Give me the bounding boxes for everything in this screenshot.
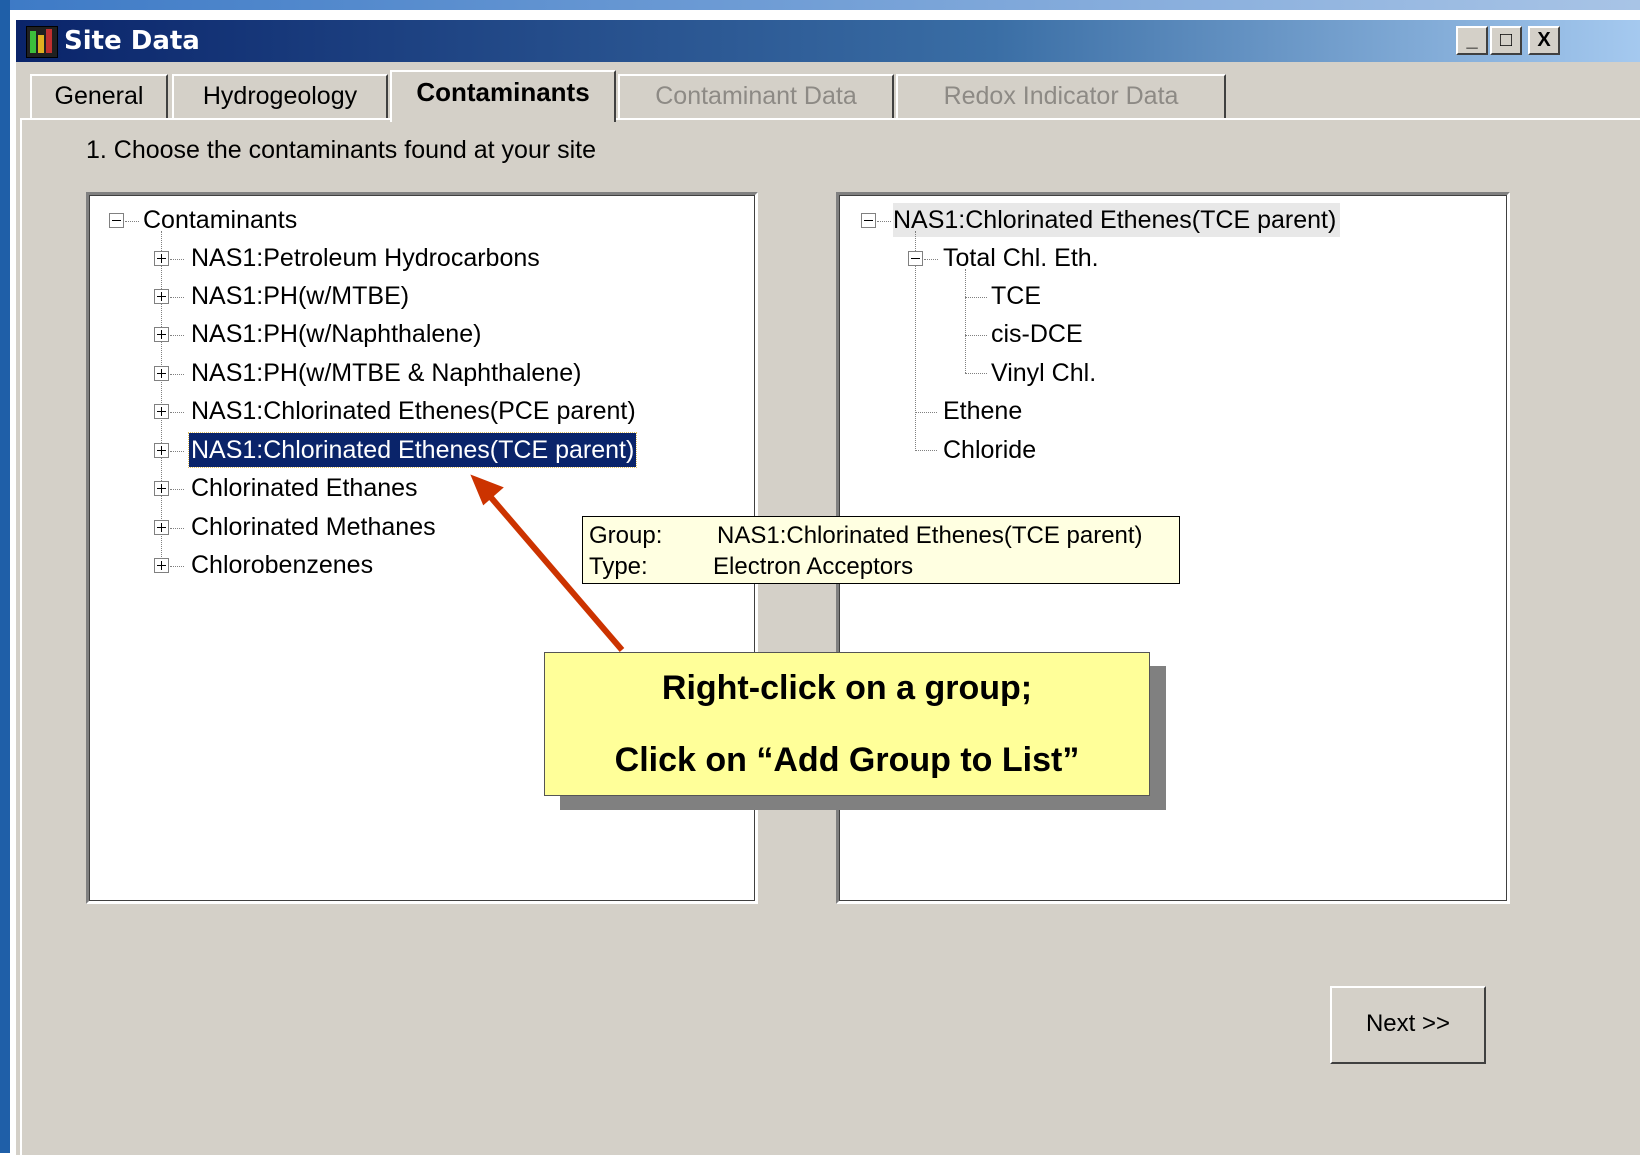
- instruction-callout: Right-click on a group; Click on “Add Gr…: [544, 652, 1150, 796]
- instruction-text: 1. Choose the contaminants found at your…: [86, 136, 597, 164]
- expand-icon[interactable]: [154, 289, 169, 304]
- title-bar[interactable]: Site Data _ □ X: [16, 20, 1640, 62]
- app-icon: [26, 26, 58, 58]
- window-title: Site Data: [64, 26, 200, 56]
- group-tooltip: Group: NAS1:Chlorinated Ethenes(TCE pare…: [582, 516, 1180, 584]
- tree-item-total-chl-eth[interactable]: Total Chl. Eth.: [943, 241, 1099, 275]
- expand-icon[interactable]: [154, 481, 169, 496]
- tree-item-chloride[interactable]: Chloride: [943, 433, 1036, 467]
- slide-left-accent: [0, 0, 10, 1153]
- tab-general[interactable]: General: [30, 74, 168, 118]
- collapse-icon[interactable]: [109, 213, 124, 228]
- tree-item-tce[interactable]: TCE: [991, 279, 1041, 313]
- tree-item-ph-mtbe[interactable]: NAS1:PH(w/MTBE): [191, 279, 409, 313]
- minimize-button[interactable]: _: [1456, 26, 1488, 55]
- tree-item-ph-naphthalene[interactable]: NAS1:PH(w/Naphthalene): [191, 317, 481, 351]
- next-button[interactable]: Next >>: [1330, 986, 1486, 1064]
- maximize-button[interactable]: □: [1490, 26, 1522, 55]
- expand-icon[interactable]: [154, 520, 169, 535]
- tab-strip: General Hydrogeology Contaminants Contam…: [16, 70, 1640, 122]
- tab-redox-indicator-data: Redox Indicator Data: [896, 74, 1226, 118]
- callout-line-2: Click on “Add Group to List”: [614, 741, 1080, 779]
- tooltip-group-value: NAS1:Chlorinated Ethenes(TCE parent): [717, 522, 1143, 549]
- tooltip-type-value: Electron Acceptors: [713, 553, 914, 580]
- tree-item-chlorinated-methanes[interactable]: Chlorinated Methanes: [191, 510, 436, 544]
- expand-icon[interactable]: [154, 251, 169, 266]
- tooltip-group-label: Group:: [589, 522, 663, 549]
- collapse-icon[interactable]: [861, 213, 876, 228]
- tree-item-ethene[interactable]: Ethene: [943, 394, 1022, 428]
- expand-icon[interactable]: [154, 327, 169, 342]
- callout-line-1: Right-click on a group;: [661, 669, 1033, 707]
- tab-contaminants[interactable]: Contaminants: [390, 70, 616, 122]
- expand-icon[interactable]: [154, 443, 169, 458]
- tree-item-cis-dce[interactable]: cis-DCE: [991, 317, 1083, 351]
- tree-item-chlorinated-ethenes-pce[interactable]: NAS1:Chlorinated Ethenes(PCE parent): [191, 394, 636, 428]
- tab-hydrogeology[interactable]: Hydrogeology: [172, 74, 388, 118]
- tooltip-type-label: Type:: [589, 553, 648, 580]
- collapse-icon[interactable]: [908, 251, 923, 266]
- tree-item-chlorinated-ethanes[interactable]: Chlorinated Ethanes: [191, 471, 418, 505]
- tree-item-vinyl-chl[interactable]: Vinyl Chl.: [991, 356, 1096, 390]
- expand-icon[interactable]: [154, 366, 169, 381]
- tab-contaminant-data: Contaminant Data: [618, 74, 894, 118]
- tree-item-chlorobenzenes[interactable]: Chlorobenzenes: [191, 548, 373, 582]
- expand-icon[interactable]: [154, 558, 169, 573]
- tree-item-ph-mtbe-naphthalene[interactable]: NAS1:PH(w/MTBE & Naphthalene): [191, 356, 581, 390]
- tree-root-tce-parent[interactable]: NAS1:Chlorinated Ethenes(TCE parent): [893, 203, 1341, 237]
- tree-item-petroleum-hydrocarbons[interactable]: NAS1:Petroleum Hydrocarbons: [191, 241, 540, 275]
- slide-top-accent: [0, 0, 1640, 10]
- close-button[interactable]: X: [1528, 26, 1560, 55]
- tree-item-chlorinated-ethenes-tce-selected[interactable]: NAS1:Chlorinated Ethenes(TCE parent): [187, 432, 638, 468]
- tree-root-contaminants[interactable]: Contaminants: [143, 203, 297, 237]
- expand-icon[interactable]: [154, 404, 169, 419]
